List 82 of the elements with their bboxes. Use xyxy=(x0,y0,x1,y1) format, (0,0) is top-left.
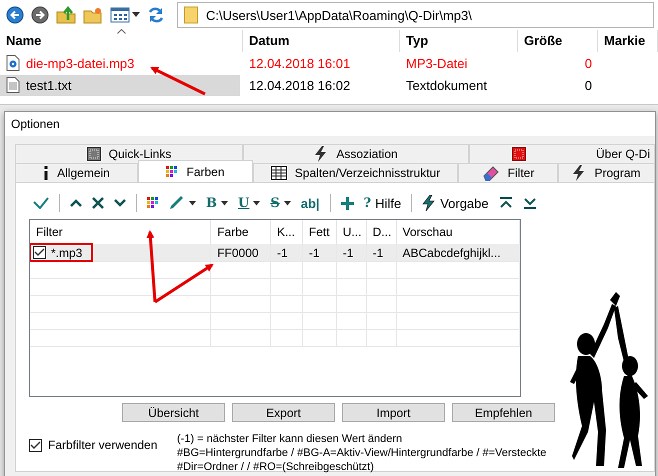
grid-icon xyxy=(512,147,526,161)
column-header[interactable]: Datum xyxy=(243,30,400,52)
delete-icon xyxy=(92,197,104,209)
table-icon xyxy=(270,166,287,180)
table-cell: ABCabcdefghijkl... xyxy=(396,244,520,261)
toolbar-button[interactable] xyxy=(29,4,51,26)
checkbox[interactable] xyxy=(29,438,42,452)
type-cell-text: MP3-Datei xyxy=(405,56,468,70)
toolbar-button[interactable]: U xyxy=(234,194,264,212)
help-note: (-1) = nächster Filter kann diesen Wert ändern xyxy=(177,432,404,446)
table-cell: -1 xyxy=(336,244,367,261)
lightning-icon xyxy=(314,146,328,162)
checkbox[interactable] xyxy=(33,246,46,259)
caret-icon xyxy=(132,12,140,18)
checkbox-label: Farbfilter verwenden xyxy=(48,438,158,452)
toolbar-button[interactable]: ab| xyxy=(296,194,324,212)
address-field[interactable]: C:\Users\User1\AppData\Roaming\Q-Dir\mp3\ xyxy=(177,2,654,28)
toolbar-button[interactable] xyxy=(4,4,26,26)
type-cell-text: Textdokument xyxy=(405,78,488,92)
tab[interactable]: Über Q-Di xyxy=(469,144,655,163)
new-folder-icon xyxy=(83,6,103,24)
tab[interactable]: Program xyxy=(558,163,655,182)
caret-icon xyxy=(284,200,291,206)
info-icon xyxy=(43,166,50,180)
push-button[interactable]: Übersicht xyxy=(122,403,225,422)
file-name[interactable]: test1.txt xyxy=(0,74,240,96)
eraser-icon xyxy=(482,165,500,181)
tab[interactable]: Farben xyxy=(138,160,253,182)
tab[interactable]: Filter xyxy=(458,163,558,182)
color-dots-icon xyxy=(166,166,178,178)
annotation-arrow xyxy=(150,66,206,96)
date-cell-text: 12.04.2018 16:01 xyxy=(248,56,352,70)
caret-icon xyxy=(253,200,260,206)
file-name[interactable]: die-mp3-datei.mp3 xyxy=(0,52,240,74)
push-button[interactable]: Import xyxy=(342,403,445,422)
back-icon xyxy=(6,6,24,24)
toolbar-button[interactable]: S xyxy=(266,194,295,212)
caret-icon xyxy=(221,200,228,206)
table-cell: *.mp3 xyxy=(51,246,82,260)
tab[interactable]: Spalten/Verzeichnisstruktur xyxy=(253,163,458,182)
tab[interactable]: Allgemein xyxy=(15,163,138,182)
size-cell-text: 0 xyxy=(584,78,593,92)
text-file-icon xyxy=(6,77,20,93)
folder-up-icon xyxy=(56,6,76,24)
push-button[interactable]: Empfehlen xyxy=(452,403,555,422)
column-header[interactable]: Typ xyxy=(400,30,518,52)
view-grid-icon xyxy=(110,6,130,24)
toolbar-button[interactable]: B xyxy=(202,194,232,212)
lightning-icon xyxy=(572,165,586,181)
push-button[interactable]: Export xyxy=(232,403,335,422)
pen-icon xyxy=(169,196,185,210)
table-cell: -1 xyxy=(366,244,396,261)
table-cell: -1 xyxy=(270,244,303,261)
date-cell-text: 12.04.2018 16:02 xyxy=(248,78,352,92)
caret-icon xyxy=(189,200,196,206)
add-icon xyxy=(340,196,354,210)
grid-icon xyxy=(86,147,101,161)
toolbar-button[interactable]: ? Hilfe xyxy=(360,194,406,212)
table-cell: -1 xyxy=(302,244,337,261)
audio-file-icon xyxy=(6,55,20,71)
forward-icon xyxy=(31,6,49,24)
dialog-title: Optionen xyxy=(11,117,60,131)
lightning-icon xyxy=(422,195,436,211)
column-header[interactable]: Markie xyxy=(598,30,658,52)
chevron-up-icon xyxy=(70,198,82,208)
column-header[interactable]: Größe xyxy=(518,30,598,52)
refresh-icon xyxy=(147,6,165,24)
color-dots-icon xyxy=(147,197,159,209)
tab[interactable]: Assoziation xyxy=(243,144,469,163)
tab[interactable]: Quick-Links xyxy=(15,144,243,163)
move-top-icon xyxy=(498,197,513,209)
help-note: #Dir=Ordner / / #RO=(Schreibgeschützt) xyxy=(177,460,375,474)
table-cell: FF0000 xyxy=(211,244,271,261)
toolbar-button[interactable]: Vorgabe xyxy=(418,193,493,213)
check-icon xyxy=(33,197,49,209)
column-header[interactable]: Name xyxy=(0,30,243,52)
chevron-down-icon xyxy=(114,198,126,208)
folder-icon xyxy=(184,6,198,24)
size-cell-text: 0 xyxy=(584,56,593,70)
sort-caret-icon xyxy=(117,29,126,34)
move-bottom-icon xyxy=(522,197,537,209)
help-note: #BG=Hintergrundfarbe / #BG-A=Aktiv-View/Hintergrundfarbe / #=Versteckte xyxy=(177,446,546,460)
